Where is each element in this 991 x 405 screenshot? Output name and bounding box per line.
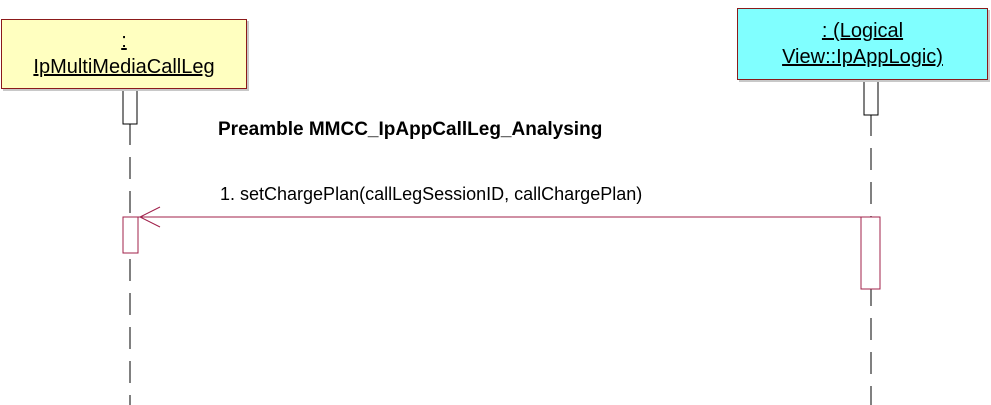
lifeline-header-ipmultimediacallleg[interactable]: : IpMultiMediaCallLeg: [1, 19, 247, 89]
lifeline-left-line-1: :: [121, 30, 127, 52]
message-label-setchargeplan[interactable]: 1. setChargePlan(callLegSessionID, callC…: [220, 184, 642, 205]
preamble-title: Preamble MMCC_IpAppCallLeg_Analysing: [218, 119, 603, 140]
lifeline-right-line-2: View::IpAppLogic): [782, 46, 943, 68]
activation-right-top: [863, 79, 879, 116]
lifeline-right-line-1: : (Logical: [821, 20, 904, 42]
activation-left-lower: [122, 216, 139, 254]
lifeline-left-line-2: IpMultiMediaCallLeg: [33, 56, 215, 78]
activation-right-lower: [860, 216, 881, 290]
lifeline-header-ipapplogic[interactable]: : (Logical View::IpAppLogic): [737, 8, 988, 80]
activation-left-top: [122, 88, 138, 125]
